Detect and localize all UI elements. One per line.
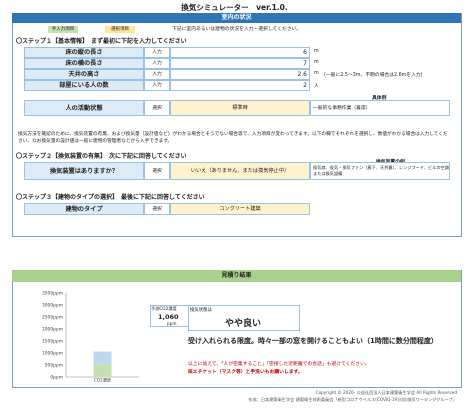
y-tick-label: 3500ppm — [42, 291, 63, 297]
ventilation-example: 換気扇、吸気・排気ファン（廊下、天井裏）、レンジフード、ビルの空調または換気設備 — [310, 162, 450, 180]
page-title: 換気シミュレーター ver.1.0. — [181, 3, 288, 12]
ceiling-height-input[interactable]: 2.6 — [170, 69, 310, 80]
activity-select[interactable]: 標準時 — [170, 100, 310, 116]
occupants-input[interactable]: 2 — [170, 80, 310, 91]
row-label-floor-depth: 床の縦の長さ — [24, 47, 144, 58]
co2-unit: ppm — [167, 321, 177, 326]
ventilation-select[interactable]: いいえ（ありません、または換気停止中） — [170, 162, 310, 180]
y-tick-label: 1500ppm — [42, 339, 63, 345]
co2-bar-lower — [93, 364, 112, 377]
section-header-result: 見積り結果 — [12, 270, 461, 282]
result-message: 受け入れられる限度。時々一部の窓を開けることもよい（1時間に数分間程度） — [188, 337, 438, 345]
ventilation-note: 換気方法を確認のために、換気装置の有無、および換気量（設計値など）がわかる場合と… — [18, 132, 448, 144]
occupants-unit: 人 — [314, 84, 319, 89]
row-label-floor-width: 床の横の長さ — [24, 58, 144, 69]
y-tick-label: 2000ppm — [42, 327, 63, 333]
row-label-ventilation: 換気装置はありますか？ — [24, 162, 144, 180]
caution-line-2: 咳エチケット（マスク等）と手洗いもお願いします。 — [188, 370, 303, 375]
ceiling-height-unit: m — [314, 71, 319, 76]
y-tick-label: 1000ppm — [42, 351, 63, 357]
co2-label: 予測CO2濃度 — [151, 306, 177, 311]
footer-credit: 作成：日本建築衛生学会 建築衛生技術委員会「新型コロナウイルス(COVID-19… — [248, 397, 457, 402]
legend-input: 手入力項目 — [48, 26, 78, 33]
floor-depth-unit: m — [314, 49, 319, 54]
row-type-ventilation: 選択 — [144, 162, 170, 180]
row-type-occupants: 入力 — [144, 80, 170, 91]
state-value: やや良い — [225, 319, 262, 329]
ceiling-height-note: (一般に2.5～3m、不明の場合は2.6mを入力) — [324, 73, 423, 78]
y-tick-label: 0ppm — [50, 375, 63, 381]
y-tick-label: 2500ppm — [42, 315, 63, 321]
co2-bar-upper — [93, 351, 112, 365]
step3-title: 〇ステップ３【建物のタイプの選択】 最後に下記に回答してください — [16, 194, 205, 201]
y-tick-label: 500ppm — [45, 363, 63, 369]
x-category-label: CO2濃度 — [94, 377, 112, 383]
building-type-select[interactable]: コンクリート建築 — [170, 203, 310, 215]
row-type-building-type: 選択 — [144, 203, 170, 215]
y-tick-label: 3000ppm — [42, 303, 63, 309]
row-type-ceiling-height: 入力 — [144, 69, 170, 80]
row-label-building-type: 建物のタイプ — [24, 203, 144, 215]
legend-note: 下記に室内あるいは建物の状況を入力・選択してください。 — [172, 27, 302, 32]
step2-title: 〇ステップ２【換気装置の有無】 次に下記に回答してください — [16, 153, 187, 160]
activity-example: 一般的な事務作業（着席） — [310, 100, 450, 116]
state-label: 換気状態は — [190, 308, 212, 313]
row-type-floor-depth: 入力 — [144, 47, 170, 58]
co2-chart: 3500ppm 3000ppm 2500ppm 2000ppm 1500ppm 1000p… — [42, 291, 139, 383]
section-header-room: 室内の状況 — [12, 13, 461, 23]
caution-line-1: 以上に加えて、「人が密集すること」「密接した近距離での会話」も避けてください。 — [188, 362, 370, 367]
legend-select: 選択項目 — [105, 26, 135, 33]
co2-value: 1,060 — [158, 313, 179, 321]
row-label-occupants: 部屋にいる人の数 — [24, 80, 144, 91]
row-type-floor-width: 入力 — [144, 58, 170, 69]
step1-title: 〇ステップ１【基本情報】 まず最初に下記を入力してください — [16, 38, 187, 45]
row-label-activity: 人の活動状態 — [24, 100, 144, 116]
floor-width-unit: m — [314, 60, 319, 65]
row-label-ceiling-height: 天井の高さ — [24, 69, 144, 80]
floor-depth-input[interactable]: 6 — [170, 47, 310, 58]
row-type-activity: 選択 — [144, 100, 170, 116]
footer-copyright: Copyright © 2020- 公益社団法人日本建築衛生学会 All Rig… — [315, 390, 457, 395]
floor-width-input[interactable]: 7 — [170, 58, 310, 69]
